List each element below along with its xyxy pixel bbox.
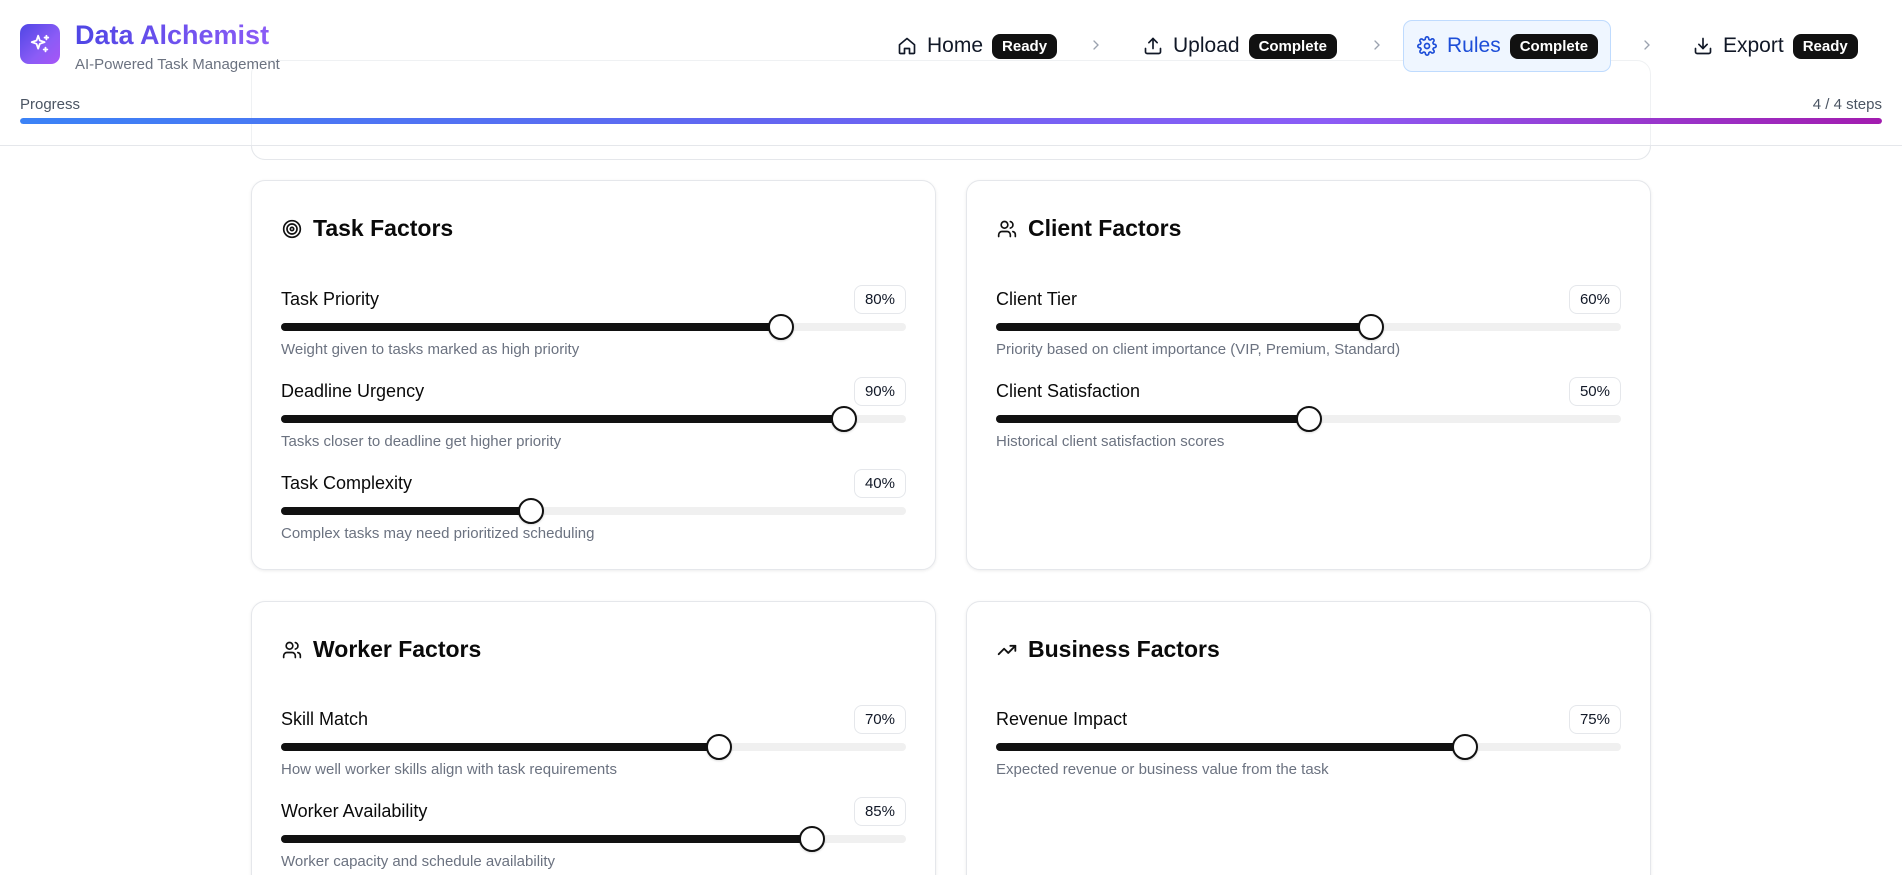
slider-fill bbox=[996, 743, 1465, 751]
factor-description: Expected revenue or business value from … bbox=[996, 761, 1329, 778]
task-complexity-slider[interactable] bbox=[281, 498, 906, 524]
card-header: Client Factors bbox=[996, 215, 1181, 242]
status-badge: Ready bbox=[1792, 33, 1858, 59]
slider-fill bbox=[996, 415, 1309, 423]
client-factors-card: Client Factors Client Tier 60% Priority … bbox=[966, 180, 1651, 570]
slider-fill bbox=[996, 323, 1371, 331]
status-badge: Complete bbox=[1509, 33, 1599, 59]
factor-value-badge: 90% bbox=[853, 377, 906, 406]
factor-description: Tasks closer to deadline get higher prio… bbox=[281, 433, 562, 450]
skill-match-slider[interactable] bbox=[281, 734, 906, 760]
users-icon bbox=[996, 218, 1018, 240]
factor-name: Client Satisfaction bbox=[996, 381, 1141, 401]
slider-thumb[interactable] bbox=[1451, 734, 1478, 760]
factor-value-badge: 70% bbox=[853, 705, 906, 734]
factor-name: Task Complexity bbox=[281, 473, 413, 493]
factor-description: Priority based on client importance (VIP… bbox=[996, 341, 1401, 358]
slider-thumb[interactable] bbox=[1358, 314, 1384, 340]
factor-name: Client Tier bbox=[996, 289, 1078, 309]
progress-count: 4 / 4 steps bbox=[1812, 96, 1882, 113]
factor-value-badge: 75% bbox=[1568, 705, 1621, 734]
app-logo[interactable] bbox=[20, 24, 60, 64]
factor-name: Skill Match bbox=[281, 709, 369, 729]
factor-description: Worker capacity and schedule availabilit… bbox=[281, 853, 556, 870]
step-upload[interactable]: Upload Complete bbox=[1130, 20, 1349, 72]
app-header: Data Alchemist AI-Powered Task Managemen… bbox=[0, 0, 1902, 160]
worker-availability-slider[interactable] bbox=[281, 826, 906, 852]
gear-icon bbox=[1416, 35, 1438, 57]
slider-thumb[interactable] bbox=[768, 314, 794, 340]
task-priority-slider[interactable] bbox=[281, 314, 906, 340]
worker-factors-card: Worker Factors Skill Match 70% How well … bbox=[251, 601, 936, 875]
factor-description: Complex tasks may need prioritized sched… bbox=[281, 525, 595, 542]
card-header: Task Factors bbox=[281, 215, 453, 242]
download-icon bbox=[1692, 35, 1714, 57]
home-icon bbox=[896, 35, 918, 57]
step-label: Rules bbox=[1447, 34, 1501, 57]
slider-fill bbox=[281, 323, 781, 331]
step-label: Upload bbox=[1173, 34, 1240, 57]
factor-value-badge: 50% bbox=[1568, 377, 1621, 406]
card-title: Client Factors bbox=[1028, 215, 1182, 241]
progress-bar bbox=[20, 118, 1882, 124]
slider-fill bbox=[281, 415, 844, 423]
slider-thumb[interactable] bbox=[830, 406, 857, 432]
step-home[interactable]: Home Ready bbox=[884, 20, 1069, 72]
app-subtitle: AI-Powered Task Management bbox=[75, 56, 280, 73]
factor-description: Weight given to tasks marked as high pri… bbox=[281, 341, 580, 358]
status-badge: Ready bbox=[992, 33, 1058, 59]
users-icon bbox=[281, 639, 303, 661]
slider-thumb[interactable] bbox=[799, 826, 826, 852]
client-tier-slider[interactable] bbox=[996, 314, 1621, 340]
factor-name: Task Priority bbox=[281, 289, 380, 309]
card-title: Task Factors bbox=[313, 215, 454, 241]
factor-name: Deadline Urgency bbox=[281, 381, 425, 401]
deadline-urgency-slider[interactable] bbox=[281, 406, 906, 432]
step-label: Home bbox=[927, 34, 984, 57]
progress-label: Progress bbox=[20, 96, 81, 113]
slider-thumb[interactable] bbox=[1295, 406, 1322, 432]
card-title: Worker Factors bbox=[313, 636, 482, 662]
sparkles-icon bbox=[30, 34, 50, 53]
step-label: Export bbox=[1723, 34, 1784, 57]
slider-thumb[interactable] bbox=[705, 734, 732, 760]
factor-name: Revenue Impact bbox=[996, 709, 1128, 729]
slider-fill bbox=[281, 507, 531, 515]
task-factors-card: Task Factors Task Priority 80% Weight gi… bbox=[251, 180, 936, 570]
chevron-right-icon bbox=[1366, 34, 1388, 56]
business-factors-card: Business Factors Revenue Impact 75% Expe… bbox=[966, 601, 1651, 875]
factor-description: How well worker skills align with task r… bbox=[281, 761, 617, 778]
trending-up-icon bbox=[996, 639, 1018, 661]
card-title: Business Factors bbox=[1028, 636, 1220, 662]
factor-value-badge: 85% bbox=[853, 797, 906, 826]
chevron-right-icon bbox=[1085, 34, 1107, 56]
factor-description: Historical client satisfaction scores bbox=[996, 433, 1225, 450]
factor-value-badge: 40% bbox=[853, 469, 906, 498]
step-rules[interactable]: Rules Complete bbox=[1403, 20, 1612, 72]
upload-icon bbox=[1142, 35, 1164, 57]
target-icon bbox=[281, 218, 303, 240]
client-satisfaction-slider[interactable] bbox=[996, 406, 1621, 432]
chevron-right-icon bbox=[1636, 34, 1658, 56]
card-header: Business Factors bbox=[996, 636, 1220, 663]
slider-thumb[interactable] bbox=[518, 498, 544, 524]
ghost-card bbox=[251, 60, 1651, 160]
factor-name: Worker Availability bbox=[281, 801, 428, 821]
progress-bar-fill bbox=[20, 118, 1882, 124]
app-title: Data Alchemist bbox=[75, 20, 270, 50]
factor-value-badge: 80% bbox=[853, 285, 906, 314]
factor-value-badge: 60% bbox=[1568, 285, 1621, 314]
slider-fill bbox=[281, 743, 719, 751]
card-header: Worker Factors bbox=[281, 636, 481, 663]
revenue-impact-slider[interactable] bbox=[996, 734, 1621, 760]
slider-fill bbox=[281, 835, 813, 843]
step-export[interactable]: Export Ready bbox=[1680, 20, 1870, 72]
status-badge: Complete bbox=[1248, 33, 1337, 59]
